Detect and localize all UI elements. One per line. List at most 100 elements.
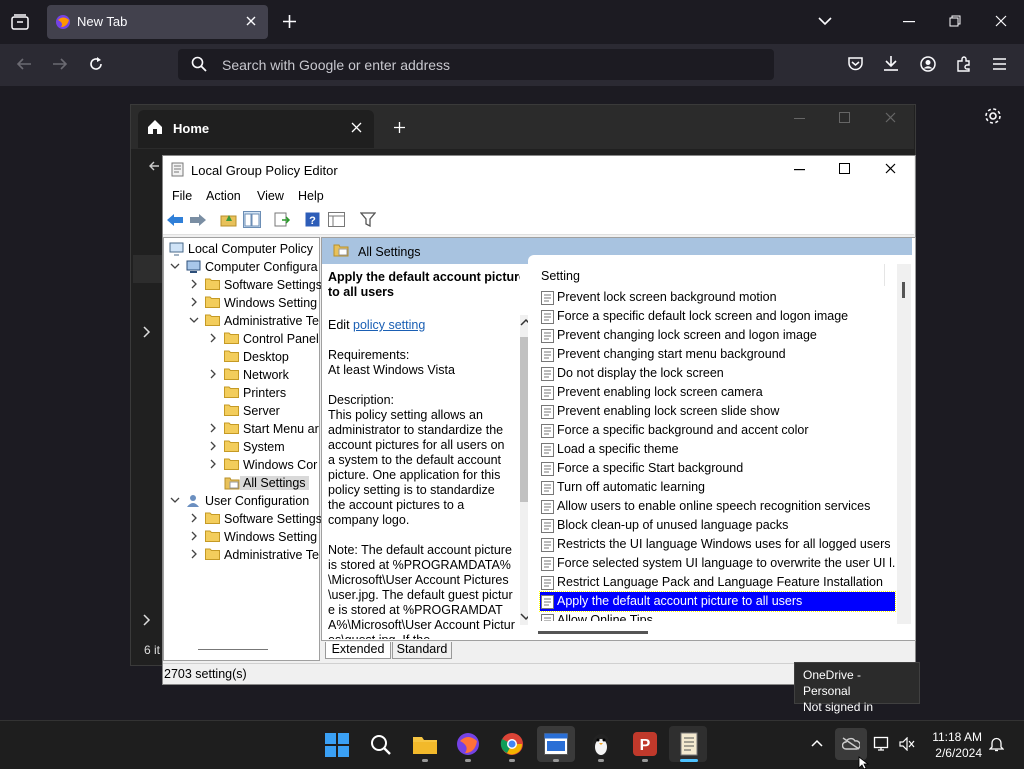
- tree-item[interactable]: Administrative Te: [164, 312, 319, 330]
- setting-row[interactable]: Force a specific Start background: [540, 459, 895, 478]
- menu-help[interactable]: Help: [298, 189, 324, 203]
- setting-row[interactable]: Prevent enabling lock screen camera: [540, 383, 895, 402]
- chevron-right-icon[interactable]: [208, 441, 218, 451]
- chevron-right-icon[interactable]: [189, 549, 199, 559]
- setting-row[interactable]: Apply the default account picture to all…: [539, 591, 896, 612]
- file-explorer-icon[interactable]: [412, 734, 438, 755]
- volume-muted-icon[interactable]: [899, 737, 915, 751]
- settings-back-icon[interactable]: [148, 160, 160, 172]
- settings-close-icon[interactable]: [885, 112, 896, 123]
- tree-item[interactable]: All Settings: [164, 474, 317, 492]
- setting-row[interactable]: Block clean-up of unused language packs: [540, 516, 895, 535]
- tree-item[interactable]: Windows Setting: [164, 294, 317, 312]
- setting-row[interactable]: Force a specific default lock screen and…: [540, 307, 895, 326]
- setting-row[interactable]: Prevent enabling lock screen slide show: [540, 402, 895, 421]
- forward-arrow-icon[interactable]: [189, 212, 207, 228]
- chevron-right-icon[interactable]: [143, 614, 151, 626]
- settings-list-scrollbar[interactable]: [897, 264, 911, 624]
- settings-nav-selection[interactable]: [133, 255, 163, 283]
- properties-icon[interactable]: [328, 212, 345, 227]
- settings-maximize-icon[interactable]: [839, 112, 850, 123]
- firefox-view-icon[interactable]: [11, 14, 29, 30]
- menu-file[interactable]: File: [172, 189, 192, 203]
- chevron-right-icon[interactable]: [143, 326, 151, 338]
- tab-standard[interactable]: Standard: [392, 642, 452, 659]
- chevron-right-icon[interactable]: [208, 369, 218, 379]
- edit-policy-link[interactable]: policy setting: [353, 318, 425, 332]
- gpedit-taskbar-icon[interactable]: [678, 732, 700, 756]
- tree-item[interactable]: Desktop: [164, 348, 317, 366]
- chrome-taskbar-icon[interactable]: [500, 732, 524, 756]
- restore-icon[interactable]: [949, 15, 961, 27]
- new-home-tab-icon[interactable]: [393, 121, 406, 134]
- start-icon[interactable]: [325, 733, 349, 757]
- gpedit-maximize-icon[interactable]: [839, 163, 850, 174]
- tree-item[interactable]: Control Panel: [164, 330, 319, 348]
- psiphon-app-icon[interactable]: P: [633, 732, 657, 756]
- notification-bell-icon[interactable]: [989, 736, 1004, 752]
- back-arrow-icon[interactable]: [166, 212, 184, 228]
- gpedit-close-icon[interactable]: [885, 163, 896, 174]
- clock-time[interactable]: 11:18 AM: [930, 730, 982, 744]
- chevron-right-icon[interactable]: [189, 297, 199, 307]
- account-icon[interactable]: [920, 56, 936, 72]
- chevron-right-icon[interactable]: [208, 459, 218, 469]
- tree-item[interactable]: Computer Configura: [164, 258, 318, 276]
- show-hidden-icons-icon[interactable]: [811, 739, 823, 747]
- tree-item[interactable]: Software Settings: [164, 276, 322, 294]
- reload-icon[interactable]: [88, 56, 104, 72]
- horizontal-scroll-thumb[interactable]: [538, 631, 648, 634]
- menu-action[interactable]: Action: [206, 189, 241, 203]
- tree-item[interactable]: User Configuration: [164, 492, 317, 510]
- setting-column-header[interactable]: Setting: [541, 269, 580, 283]
- tree-item[interactable]: Printers: [164, 384, 317, 402]
- setting-row[interactable]: Allow users to enable online speech reco…: [540, 497, 895, 516]
- chevron-down-icon[interactable]: [189, 315, 199, 325]
- chevron-right-icon[interactable]: [189, 279, 199, 289]
- app-menu-icon[interactable]: [992, 58, 1007, 70]
- setting-row[interactable]: Do not display the lock screen: [540, 364, 895, 383]
- setting-row[interactable]: Load a specific theme: [540, 440, 895, 459]
- chevron-right-icon[interactable]: [189, 531, 199, 541]
- show-hide-tree-icon[interactable]: [243, 211, 261, 228]
- firefox-taskbar-icon[interactable]: [456, 732, 480, 756]
- help-icon[interactable]: ?: [305, 212, 320, 227]
- tree-item[interactable]: Local Computer Policy: [164, 240, 317, 258]
- close-tab-icon[interactable]: [245, 15, 257, 27]
- tree-item[interactable]: Administrative Te: [164, 546, 319, 564]
- tab-extended[interactable]: Extended: [325, 642, 391, 659]
- setting-row[interactable]: Prevent changing lock screen and logon i…: [540, 326, 895, 345]
- list-all-tabs-icon[interactable]: [818, 16, 832, 26]
- pocket-icon[interactable]: [847, 56, 864, 72]
- network-icon[interactable]: [873, 736, 889, 752]
- setting-row[interactable]: Restrict Language Pack and Language Feat…: [540, 573, 895, 592]
- onedrive-icon[interactable]: [842, 737, 860, 750]
- setting-row[interactable]: Turn off automatic learning: [540, 478, 895, 497]
- chevron-right-icon[interactable]: [208, 423, 218, 433]
- up-folder-icon[interactable]: [220, 212, 237, 227]
- minimize-icon[interactable]: [903, 21, 915, 23]
- tree-item[interactable]: Windows Cor: [164, 456, 317, 474]
- settings-minimize-icon[interactable]: [794, 118, 805, 120]
- setting-row[interactable]: Prevent changing start menu background: [540, 345, 895, 364]
- close-home-tab-icon[interactable]: [351, 122, 362, 133]
- close-window-icon[interactable]: [995, 15, 1007, 27]
- tree-item[interactable]: Windows Setting: [164, 528, 317, 546]
- back-icon[interactable]: [16, 57, 32, 71]
- chevron-down-icon[interactable]: [170, 495, 180, 505]
- setting-row[interactable]: Allow Online Tips: [540, 611, 895, 621]
- chevron-down-icon[interactable]: [170, 261, 180, 271]
- gear-icon[interactable]: [984, 107, 1002, 125]
- tree-item[interactable]: Network: [164, 366, 317, 384]
- clock-date[interactable]: 2/6/2024: [930, 746, 982, 760]
- chevron-right-icon[interactable]: [189, 513, 199, 523]
- new-tab-icon[interactable]: [282, 14, 297, 29]
- chevron-right-icon[interactable]: [208, 333, 218, 343]
- tree-scroll-thumb[interactable]: [198, 649, 268, 650]
- downloads-icon[interactable]: [883, 55, 899, 72]
- address-input[interactable]: Search with Google or enter address: [222, 57, 722, 73]
- penguin-app-icon[interactable]: [590, 731, 612, 757]
- search-taskbar-icon[interactable]: [370, 734, 392, 756]
- tree-item[interactable]: System: [164, 438, 317, 456]
- extensions-icon[interactable]: [956, 56, 972, 72]
